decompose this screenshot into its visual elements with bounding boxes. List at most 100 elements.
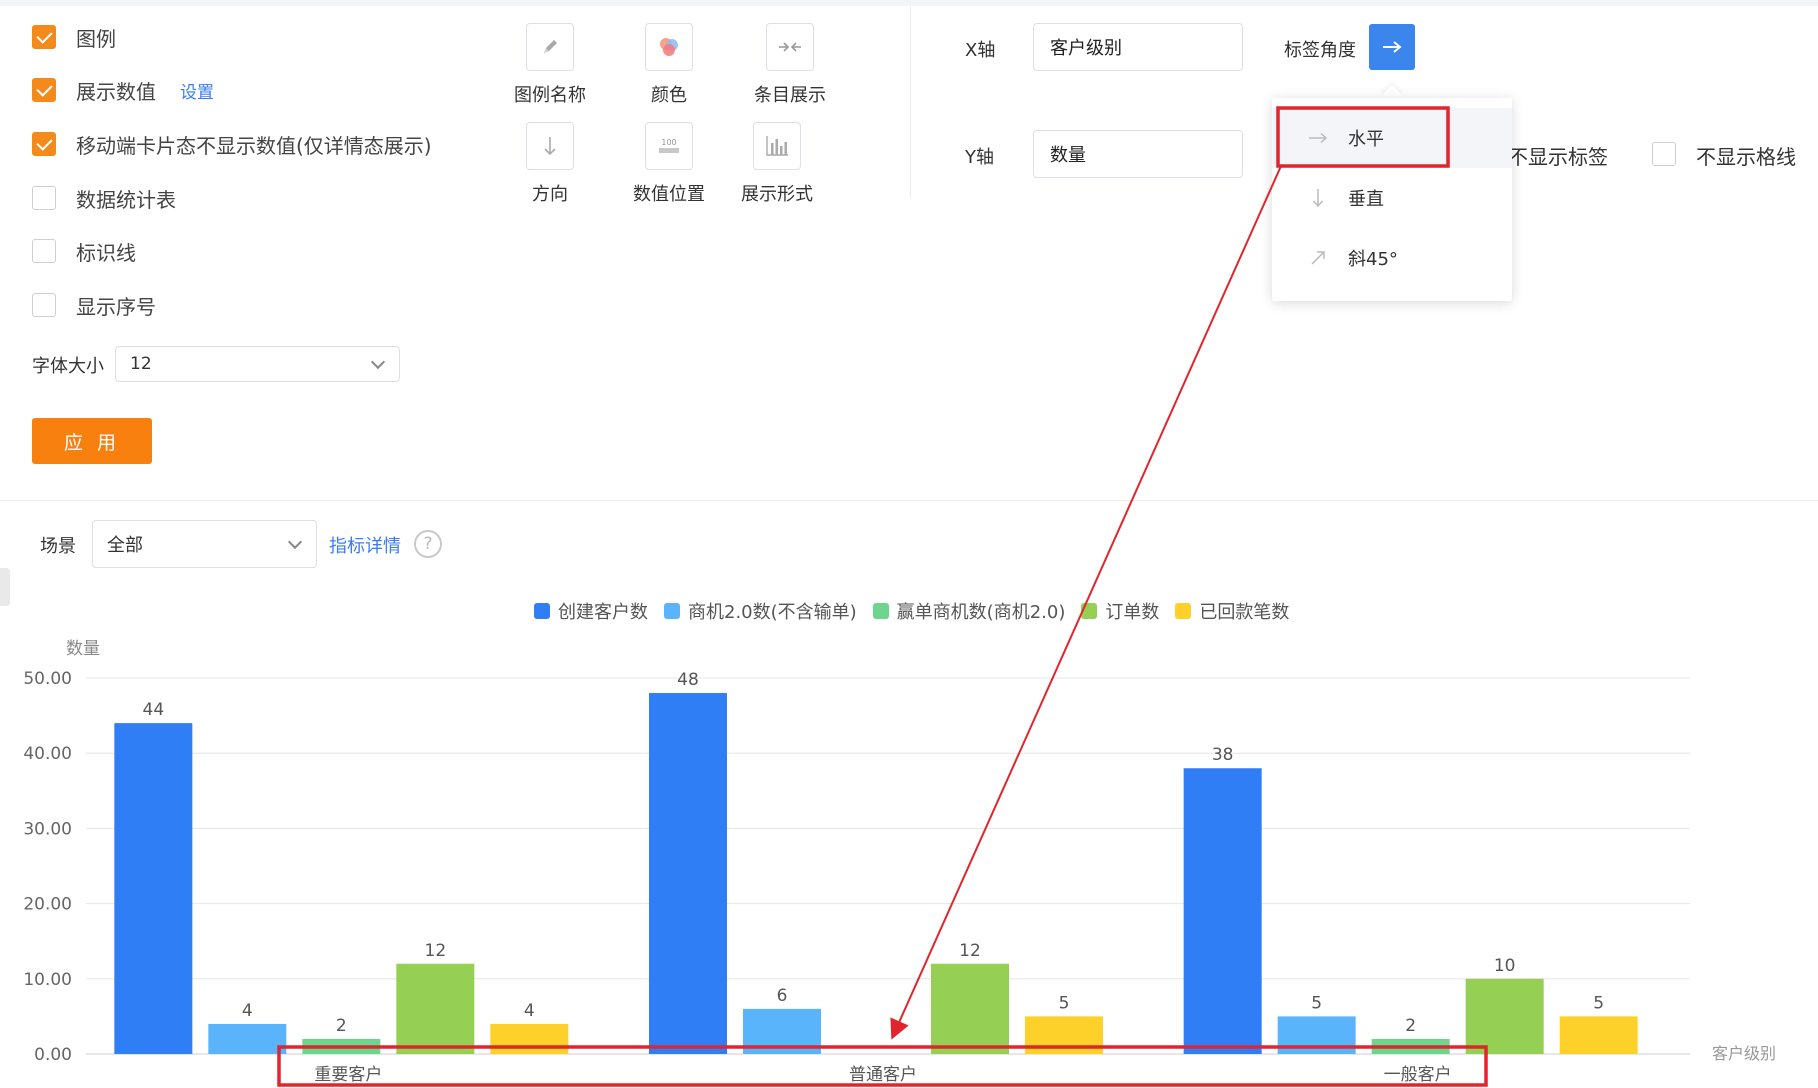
y-tick-label: 10.00	[23, 970, 72, 990]
value-position-icon: 100	[659, 138, 679, 153]
bar	[302, 1038, 381, 1054]
legend-swatch	[1175, 603, 1192, 619]
bar-value-label: 12	[425, 941, 447, 961]
tool-item-display-box[interactable]	[766, 23, 814, 71]
bar-value-label: 2	[336, 1016, 347, 1036]
apply-button[interactable]: 应 用	[32, 418, 152, 464]
show-values-checkbox[interactable]	[32, 78, 56, 102]
font-size-select[interactable]: 12	[115, 346, 400, 382]
bar-chart: 数量 客户级别 0.0010.0020.0030.0040.0050.00444…	[23, 639, 1776, 1085]
bar	[1371, 1038, 1450, 1054]
tool-direction-box[interactable]	[526, 122, 574, 170]
tool-direction-label: 方向	[532, 184, 568, 205]
bar	[396, 963, 475, 1054]
scene-select[interactable]: 全部	[92, 520, 317, 568]
legend-checkbox[interactable]	[32, 25, 56, 49]
bar	[649, 693, 727, 1054]
chevron-down-icon	[370, 354, 386, 370]
legend-item[interactable]: 创建客户数	[534, 598, 648, 624]
y-axis-field[interactable]: 数量	[1033, 130, 1243, 178]
legend-label: 订单数	[1105, 602, 1160, 623]
legend-item[interactable]: 商机2.0数(不含输单)	[664, 598, 857, 624]
bar	[931, 963, 1009, 1054]
y-axis-title: 数量	[66, 639, 100, 659]
x-axis-field[interactable]: 客户级别	[1033, 23, 1243, 71]
angle-option-vertical[interactable]: 垂直	[1272, 168, 1512, 228]
show-values-option[interactable]: 展示数值 设置	[32, 77, 214, 104]
data-table-label: 数据统计表	[76, 187, 176, 212]
metric-detail-link[interactable]: 指标详情	[329, 532, 401, 558]
bar-value-label: 6	[777, 986, 788, 1006]
bar-value-label: 5	[1059, 993, 1070, 1013]
help-icon[interactable]: ?	[414, 530, 442, 558]
label-angle-label: 标签角度	[1284, 40, 1356, 61]
mark-line-checkbox[interactable]	[32, 239, 56, 263]
hide-grid-checkbox[interactable]	[1652, 142, 1676, 166]
legend-label: 创建客户数	[558, 602, 648, 623]
data-table-checkbox[interactable]	[32, 186, 56, 210]
tool-direction[interactable]: 方向	[500, 122, 600, 206]
mobile-hide-checkbox[interactable]	[32, 132, 56, 156]
x-tick-label: 一般客户	[1384, 1065, 1452, 1085]
chart-legend: 创建客户数 商机2.0数(不含输单) 赢单商机数(商机2.0) 订单数 已回款笔…	[534, 598, 1305, 624]
tool-display-form-box[interactable]	[753, 122, 801, 170]
mark-line-option[interactable]: 标识线	[32, 238, 136, 265]
arrow-down-icon	[1308, 188, 1328, 208]
panel-divider	[0, 500, 1818, 501]
x-axis-title: 客户级别	[1712, 1044, 1776, 1063]
legend-swatch	[534, 603, 550, 619]
bar-value-label: 10	[1494, 956, 1516, 976]
legend-item[interactable]: 赢单商机数(商机2.0)	[872, 598, 1066, 624]
label-angle-button[interactable]	[1369, 24, 1415, 70]
tool-legend-name[interactable]: 图例名称	[500, 23, 600, 107]
bar-chart-icon	[766, 136, 788, 156]
tool-item-display-label: 条目展示	[754, 85, 826, 106]
tool-value-position[interactable]: 100 数值位置	[619, 122, 719, 206]
bar	[1025, 1016, 1103, 1054]
tool-color-box[interactable]	[645, 23, 693, 71]
tool-item-display[interactable]: 条目展示	[740, 23, 840, 107]
arrow-right-icon	[1308, 132, 1328, 144]
tool-color-label: 颜色	[651, 85, 687, 106]
bar	[1559, 1016, 1638, 1054]
legend-swatch	[664, 603, 680, 619]
tool-color[interactable]: 颜色	[619, 23, 719, 107]
mobile-hide-option[interactable]: 移动端卡片态不显示数值(仅详情态展示)	[32, 131, 432, 158]
show-values-settings-link[interactable]: 设置	[180, 78, 214, 103]
y-tick-label: 40.00	[23, 744, 72, 764]
tool-display-form[interactable]: 展示形式	[727, 122, 827, 206]
tool-legend-name-box[interactable]	[526, 23, 574, 71]
chevron-down-icon	[287, 534, 303, 550]
bar-value-label: 4	[242, 1001, 253, 1021]
legend-label: 已回款笔数	[1199, 602, 1290, 623]
color-palette-icon	[660, 38, 678, 56]
angle-option-label: 垂直	[1348, 189, 1384, 210]
bar-value-label: 48	[677, 670, 699, 690]
side-grip-handle[interactable]	[0, 568, 10, 606]
y-tick-label: 50.00	[23, 669, 72, 689]
show-index-checkbox[interactable]	[32, 293, 56, 317]
bar	[1465, 978, 1544, 1054]
data-table-option[interactable]: 数据统计表	[32, 185, 176, 212]
scene-label: 场景	[40, 536, 76, 557]
angle-option-label: 水平	[1348, 129, 1384, 150]
tool-display-form-label: 展示形式	[741, 184, 813, 205]
show-index-label: 显示序号	[76, 294, 156, 319]
angle-option-horizontal[interactable]: 水平	[1272, 108, 1512, 168]
bar-value-label: 5	[1311, 993, 1322, 1013]
pencil-icon	[544, 40, 557, 53]
angle-option-diagonal[interactable]: 斜45°	[1272, 228, 1512, 288]
tool-value-position-box[interactable]: 100	[645, 122, 693, 170]
font-size-label: 字体大小	[32, 356, 104, 377]
legend-label: 赢单商机数(商机2.0)	[896, 602, 1066, 623]
show-values-label: 展示数值	[76, 79, 156, 104]
legend-swatch	[1081, 603, 1098, 619]
mark-line-label: 标识线	[76, 240, 136, 265]
y-axis-label: Y轴	[965, 147, 994, 168]
legend-option[interactable]: 图例	[32, 24, 116, 51]
legend-item[interactable]: 已回款笔数	[1175, 598, 1289, 624]
show-index-option[interactable]: 显示序号	[32, 292, 156, 319]
y-tick-label: 0.00	[34, 1045, 72, 1065]
mobile-hide-label: 移动端卡片态不显示数值(仅详情态展示)	[76, 133, 432, 158]
legend-item[interactable]: 订单数	[1081, 598, 1159, 624]
